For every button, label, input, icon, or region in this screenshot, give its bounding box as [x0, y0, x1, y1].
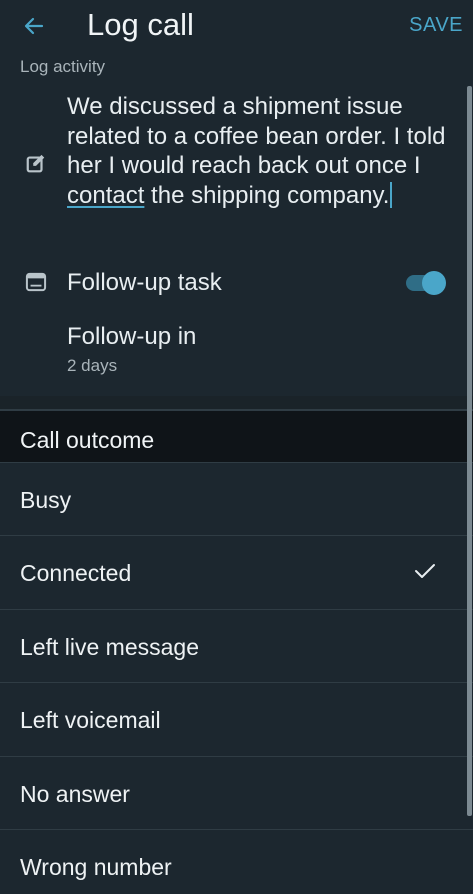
note-text-end: the shipping company.: [144, 181, 390, 209]
note-text-link-word: contact: [67, 181, 145, 209]
arrow-left-icon: [24, 17, 44, 35]
outcome-option-label: Wrong number: [20, 853, 172, 880]
outcome-option-busy[interactable]: Busy: [0, 462, 473, 535]
outcome-option-no-answer[interactable]: No answer: [0, 755, 473, 829]
checkmark-icon: [415, 564, 435, 579]
outcome-option-connected[interactable]: Connected: [0, 535, 473, 608]
page-title: Log call: [87, 7, 194, 42]
toggle-thumb: [422, 271, 446, 295]
section-divider: [0, 396, 473, 410]
call-outcome-header: Call outcome: [0, 411, 473, 462]
outcome-option-label: Busy: [20, 487, 72, 513]
outcome-option-wrong-number[interactable]: Wrong number: [0, 828, 473, 894]
scrollbar[interactable]: [467, 86, 472, 816]
follow-up-in-label[interactable]: Follow-up in: [67, 322, 196, 352]
follow-up-task-label: Follow-up task: [67, 269, 222, 296]
call-outcome-list: Busy Connected Left live message Left vo…: [0, 462, 473, 894]
outcome-option-left-live-message[interactable]: Left live message: [0, 608, 473, 682]
log-activity-label: Log activity: [20, 57, 106, 76]
back-button[interactable]: [14, 8, 54, 44]
outcome-option-label: Connected: [20, 560, 132, 587]
text-cursor: [390, 181, 393, 208]
outcome-option-label: No answer: [20, 780, 130, 807]
log-call-screen: Log call SAVE Log activity We discussed …: [0, 0, 473, 894]
call-outcome-title: Call outcome: [20, 427, 155, 453]
task-card-icon: [25, 272, 47, 292]
follow-up-task-toggle[interactable]: [406, 271, 446, 295]
call-note-field[interactable]: We discussed a shipment issue related to…: [67, 92, 447, 210]
note-text-start: We discussed a shipment issue related to…: [67, 93, 446, 179]
app-header: Log call SAVE: [0, 0, 473, 56]
save-button[interactable]: SAVE: [409, 11, 463, 39]
outcome-option-label: Left live message: [20, 633, 199, 660]
outcome-option-left-voicemail[interactable]: Left voicemail: [0, 682, 473, 755]
edit-note-icon: [26, 154, 45, 173]
follow-up-in-value: 2 days: [67, 356, 118, 375]
outcome-option-label: Left voicemail: [20, 707, 161, 734]
